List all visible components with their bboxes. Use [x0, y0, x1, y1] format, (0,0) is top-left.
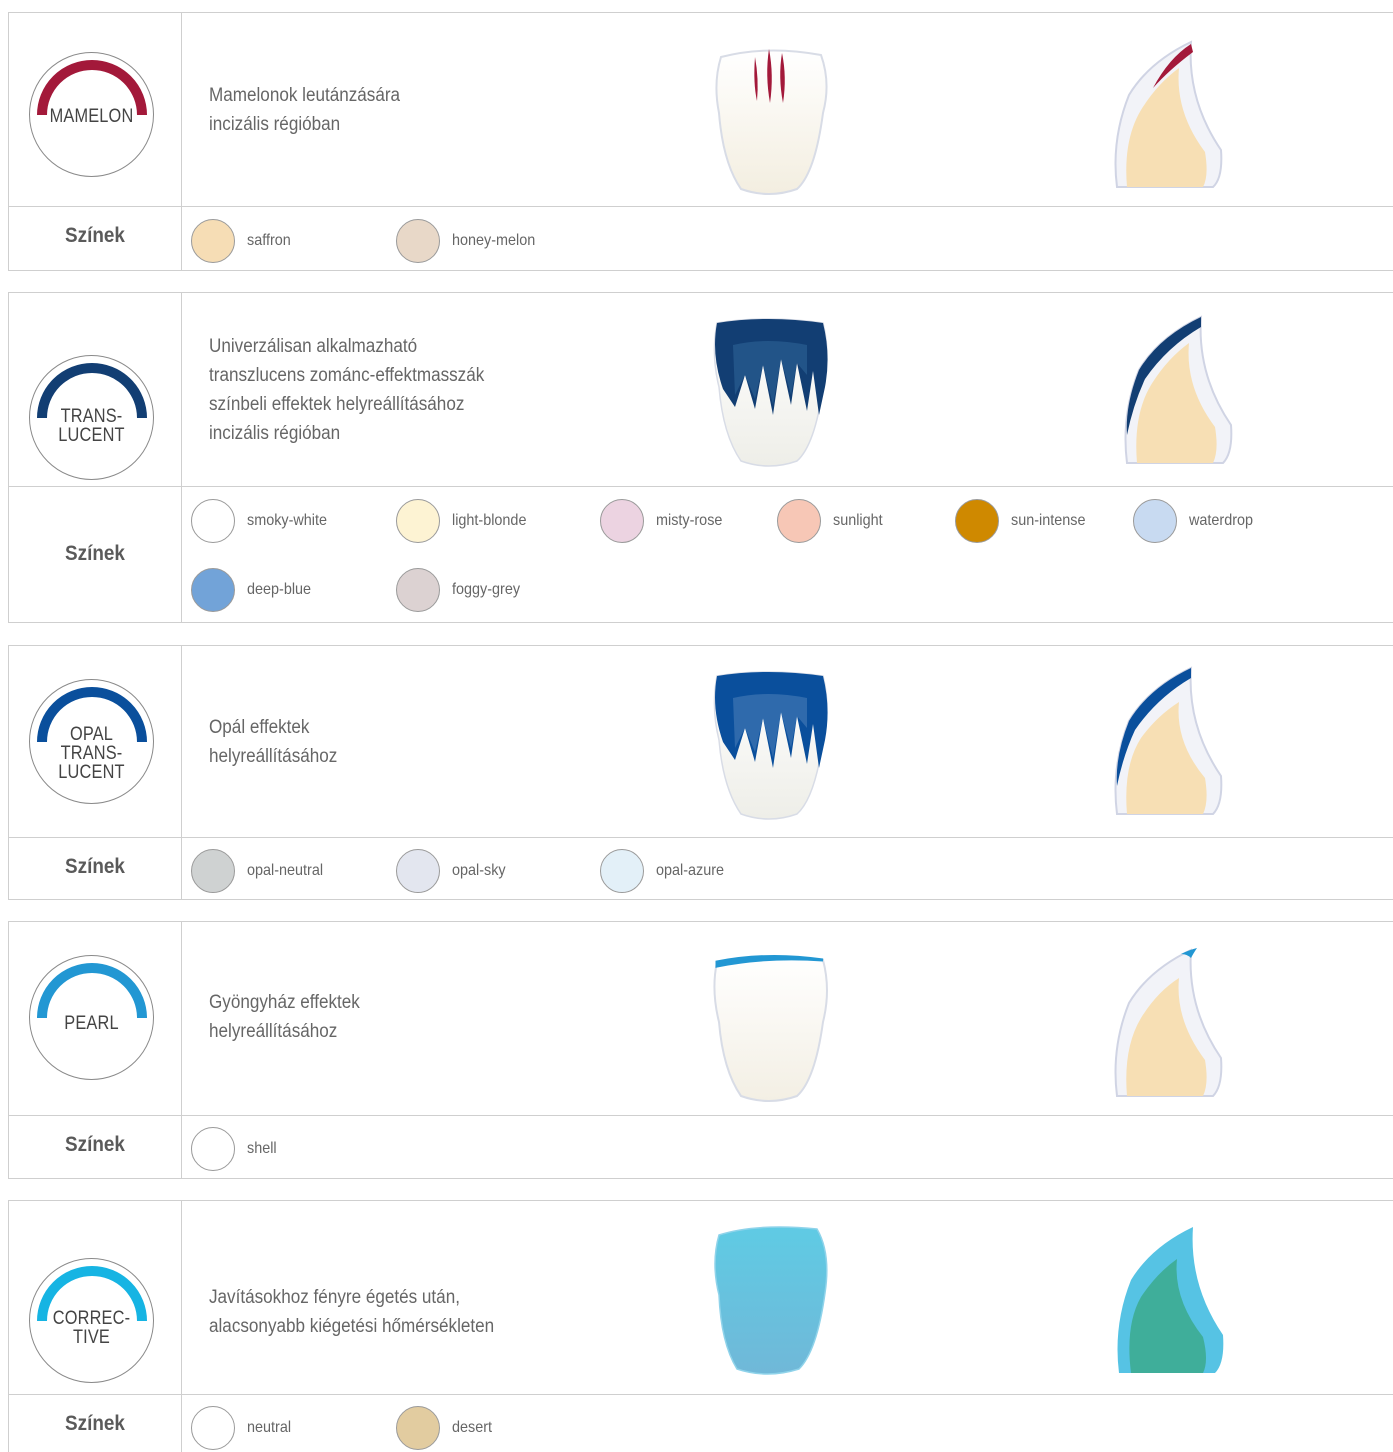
section-description: Mamelonok leutánzására incizális régióba… [209, 85, 401, 135]
colors-label: Színek [65, 224, 125, 247]
swatch-opal-azure[interactable] [600, 849, 644, 893]
swatch-shell[interactable] [191, 1127, 235, 1171]
swatch-sun-intense[interactable] [955, 499, 999, 543]
swatch-label: saffron [247, 232, 291, 249]
colors-label: Színek [65, 855, 125, 878]
swatch-label: sun-intense [1011, 512, 1086, 529]
swatch-label: foggy-grey [452, 581, 521, 598]
swatch-label: smoky-white [247, 512, 328, 529]
swatch-label: opal-sky [452, 862, 506, 879]
swatch-honey-melon[interactable] [396, 219, 440, 263]
translucent-badge: TRANS- LUCENT [29, 355, 154, 480]
swatch-foggy-grey[interactable] [396, 568, 440, 612]
mamelon-badge: MAMELON [29, 52, 154, 177]
section-description: Javításokhoz fényre égetés után, alacson… [209, 1287, 495, 1337]
badge-label: MAMELON [49, 106, 134, 127]
colors-label: Színek [65, 1133, 125, 1156]
swatch-label: opal-neutral [247, 862, 324, 879]
swatch-neutral[interactable] [191, 1406, 235, 1450]
tooth-front-illustration [713, 671, 828, 820]
tooth-side-illustration [1114, 948, 1223, 1097]
swatch-misty-rose[interactable] [600, 499, 644, 543]
swatch-label: light-blonde [452, 512, 527, 529]
swatch-label: opal-azure [656, 862, 725, 879]
badge-label: TRANS- LUCENT [58, 406, 125, 446]
section-corrective: CORREC- TIVE Javításokhoz fényre égetés … [8, 1200, 1393, 1452]
tooth-side-illustration [1117, 1227, 1224, 1373]
tooth-front-illustration [714, 1226, 828, 1375]
swatch-label: neutral [247, 1419, 292, 1436]
swatch-label: honey-melon [452, 232, 536, 249]
swatch-saffron[interactable] [191, 219, 235, 263]
tooth-front-illustration [713, 318, 828, 467]
section-translucent: TRANS- LUCENT Univerzálisan alkalmazható… [8, 292, 1393, 623]
badge-label: OPAL TRANS- LUCENT [58, 724, 125, 783]
swatch-label: sunlight [833, 512, 883, 529]
section-description: Opál effektek helyreállításához [209, 717, 338, 767]
tooth-side-illustration [1124, 315, 1233, 464]
badge-label: CORREC- TIVE [52, 1308, 131, 1348]
badge-label: PEARL [64, 1013, 119, 1034]
opal-translucent-badge: OPAL TRANS- LUCENT [29, 679, 154, 804]
tooth-side-illustration [1114, 666, 1223, 815]
swatch-label: deep-blue [247, 581, 312, 598]
swatch-label: misty-rose [656, 512, 723, 529]
swatch-waterdrop[interactable] [1133, 499, 1177, 543]
pearl-badge: PEARL [29, 955, 154, 1080]
colors-label: Színek [65, 1412, 125, 1435]
corrective-badge: CORREC- TIVE [29, 1258, 154, 1383]
swatch-desert[interactable] [396, 1406, 440, 1450]
swatch-light-blonde[interactable] [396, 499, 440, 543]
swatch-deep-blue[interactable] [191, 568, 235, 612]
section-description: Gyöngyház effektek helyreállításához [209, 992, 360, 1042]
colors-label: Színek [65, 542, 125, 565]
swatch-opal-neutral[interactable] [191, 849, 235, 893]
section-pearl: PEARL Gyöngyház effektek helyreállításáh… [8, 921, 1393, 1179]
swatch-label: shell [247, 1140, 277, 1157]
swatch-opal-sky[interactable] [396, 849, 440, 893]
tooth-side-illustration [1114, 40, 1223, 188]
section-mamelon: MAMELON Mamelonok leutánzására incizális… [8, 12, 1393, 271]
section-opal-translucent: OPAL TRANS- LUCENT Opál effektek helyreá… [8, 645, 1393, 900]
section-description: Univerzálisan alkalmazható transzlucens … [209, 336, 485, 444]
swatch-smoky-white[interactable] [191, 499, 235, 543]
swatch-label: desert [452, 1419, 493, 1436]
swatch-label: waterdrop [1189, 512, 1254, 529]
swatch-sunlight[interactable] [777, 499, 821, 543]
tooth-front-illustration [713, 954, 828, 1102]
tooth-front-illustration [715, 49, 828, 195]
